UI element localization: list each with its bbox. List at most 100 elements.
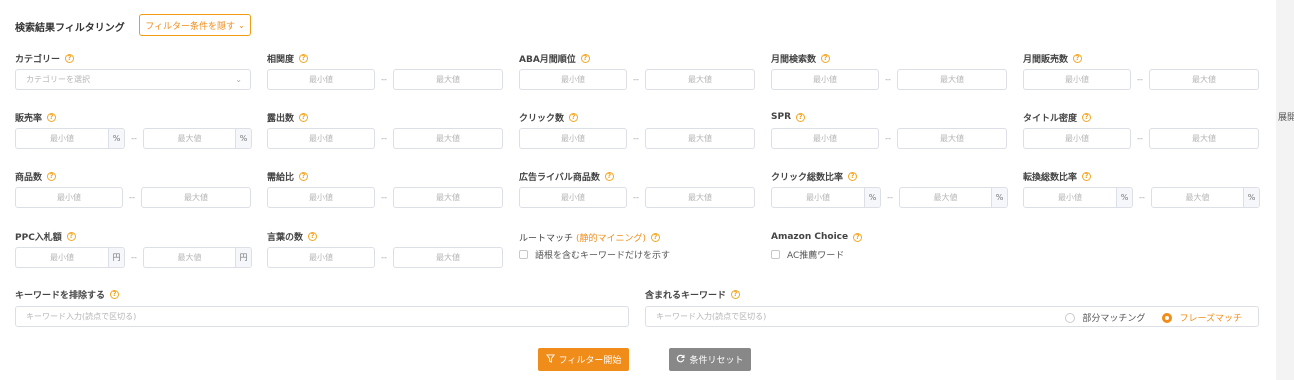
supply-demand-min-input[interactable]: 最小値 bbox=[267, 187, 375, 208]
word-count-min-input[interactable]: 最小値 bbox=[267, 247, 375, 268]
ad-competitors-min-input[interactable]: 最小値 bbox=[519, 187, 627, 208]
filter-panel: 検索結果フィルタリング フィルター条件を隠す ⌄ カテゴリー? カテゴリーを選択… bbox=[0, 0, 1276, 380]
products-max-input[interactable]: 最大値 bbox=[141, 187, 251, 208]
range-separator: -- bbox=[131, 134, 137, 143]
filter-icon bbox=[545, 353, 555, 366]
ppc-bid-min-input[interactable]: 最小値 円 bbox=[15, 247, 125, 268]
impressions-max-input[interactable]: 最大値 bbox=[393, 128, 503, 149]
help-icon[interactable]: ? bbox=[1073, 53, 1083, 63]
title-density-max-input[interactable]: 最大値 bbox=[1149, 128, 1259, 149]
supply-demand-max-input[interactable]: 最大値 bbox=[393, 187, 503, 208]
help-icon[interactable]: ? bbox=[47, 171, 57, 181]
products-min-input[interactable]: 最小値 bbox=[15, 187, 123, 208]
hide-filters-button[interactable]: フィルター条件を隠す ⌄ bbox=[139, 14, 251, 36]
spr-max-input[interactable]: 最大値 bbox=[897, 128, 1007, 149]
help-icon[interactable]: ? bbox=[604, 171, 614, 181]
help-icon[interactable]: ? bbox=[299, 171, 309, 181]
percent-suffix: % bbox=[864, 188, 880, 207]
exclude-keywords-input[interactable]: キーワード入力(読点で区切る) bbox=[15, 306, 629, 327]
help-icon[interactable]: ? bbox=[308, 231, 318, 241]
products-label: 商品数 bbox=[15, 172, 43, 183]
title-density-min-input[interactable]: 最小値 bbox=[1023, 128, 1131, 149]
field-ppc-bid: PPC入札額? 最小値 円 -- 最大値 円 bbox=[15, 230, 252, 268]
expand-tab[interactable]: 展開 bbox=[1278, 110, 1294, 123]
range-separator: -- bbox=[1139, 193, 1145, 202]
help-icon[interactable]: ? bbox=[821, 53, 831, 63]
help-icon[interactable]: ? bbox=[651, 232, 661, 242]
spr-min-input[interactable]: 最小値 bbox=[771, 128, 879, 149]
conversion-share-min-input[interactable]: 最小値% bbox=[1023, 187, 1133, 208]
percent-suffix: % bbox=[108, 129, 124, 148]
aba-rank-max-input[interactable]: 最大値 bbox=[645, 69, 755, 90]
help-icon[interactable]: ? bbox=[853, 232, 863, 242]
category-select[interactable]: カテゴリーを選択 ⌄ bbox=[15, 69, 251, 90]
spr-label: SPR bbox=[771, 112, 792, 122]
help-icon[interactable]: ? bbox=[796, 112, 806, 122]
field-exclude-keywords: キーワードを排除する? キーワード入力(読点で区切る) bbox=[15, 288, 629, 327]
reset-conditions-button[interactable]: 条件リセット bbox=[669, 348, 751, 371]
range-separator: -- bbox=[381, 134, 387, 143]
radio-partial-match[interactable]: 部分マッチング bbox=[1065, 311, 1145, 324]
monthly-search-min-input[interactable]: 最小値 bbox=[771, 69, 879, 90]
supply-demand-label: 需給比 bbox=[267, 172, 295, 183]
checkbox-box[interactable] bbox=[519, 250, 528, 259]
help-icon[interactable]: ? bbox=[731, 289, 741, 299]
include-keywords-input[interactable]: キーワード入力(読点で区切る) 部分マッチング フレーズマッチ bbox=[645, 306, 1259, 327]
help-icon[interactable]: ? bbox=[1082, 112, 1092, 122]
help-icon[interactable]: ? bbox=[47, 112, 57, 122]
aba-rank-min-input[interactable]: 最小値 bbox=[519, 69, 627, 90]
radio-dot[interactable] bbox=[1065, 312, 1076, 323]
amazon-choice-checkbox[interactable]: AC推薦ワード bbox=[771, 248, 844, 261]
radio-dot[interactable] bbox=[1162, 312, 1173, 323]
help-icon[interactable]: ? bbox=[580, 53, 590, 63]
sales-rate-min-input[interactable]: 最小値% bbox=[15, 128, 125, 149]
impressions-min-input[interactable]: 最小値 bbox=[267, 128, 375, 149]
help-icon[interactable]: ? bbox=[299, 112, 309, 122]
monthly-sales-min-input[interactable]: 最小値 bbox=[1023, 69, 1131, 90]
conversion-share-max-input[interactable]: 最大値% bbox=[1151, 187, 1260, 208]
field-root-match: ルートマッチ (静的マイニング) ? 語根を含むキーワードだけを示す bbox=[519, 231, 670, 261]
min-placeholder: 最小値 bbox=[50, 253, 74, 262]
range-separator: -- bbox=[131, 253, 137, 262]
category-placeholder: カテゴリーを選択 bbox=[26, 75, 90, 84]
help-icon[interactable]: ? bbox=[65, 53, 75, 63]
field-monthly-search: 月間検索数? 最小値 -- 最大値 bbox=[771, 52, 1007, 90]
clicks-label: クリック数 bbox=[519, 113, 565, 124]
ppc-bid-max-input[interactable]: 最大値 円 bbox=[143, 247, 252, 268]
ad-competitors-label: 広告ライバル商品数 bbox=[519, 172, 600, 183]
match-mode-radio-group: 部分マッチング フレーズマッチ bbox=[1048, 311, 1242, 324]
relevance-min-input[interactable]: 最小値 bbox=[267, 69, 375, 90]
clicks-max-input[interactable]: 最大値 bbox=[645, 128, 755, 149]
help-icon[interactable]: ? bbox=[110, 289, 120, 299]
help-icon[interactable]: ? bbox=[299, 53, 309, 63]
field-spr: SPR? 最小値 -- 最大値 bbox=[771, 111, 1007, 149]
monthly-sales-max-input[interactable]: 最大値 bbox=[1149, 69, 1259, 90]
word-count-label: 言葉の数 bbox=[267, 232, 304, 243]
radio-phrase-match[interactable]: フレーズマッチ bbox=[1162, 311, 1242, 324]
title-density-label: タイトル密度 bbox=[1023, 113, 1078, 124]
ad-competitors-max-input[interactable]: 最大値 bbox=[645, 187, 755, 208]
help-icon[interactable]: ? bbox=[848, 171, 858, 181]
click-share-max-input[interactable]: 最大値% bbox=[899, 187, 1008, 208]
percent-suffix: % bbox=[1243, 188, 1259, 207]
root-match-label: ルートマッチ bbox=[519, 233, 574, 244]
sales-rate-max-input[interactable]: 最大値% bbox=[143, 128, 252, 149]
word-count-max-input[interactable]: 最大値 bbox=[393, 247, 503, 268]
checkbox-box[interactable] bbox=[771, 250, 780, 259]
root-match-checkbox[interactable]: 語根を含むキーワードだけを示す bbox=[519, 248, 670, 261]
field-impressions: 露出数? 最小値 -- 最大値 bbox=[267, 111, 503, 149]
monthly-search-label: 月間検索数 bbox=[771, 54, 817, 65]
help-icon[interactable]: ? bbox=[66, 231, 76, 241]
max-placeholder: 最大値 bbox=[177, 134, 202, 143]
help-icon[interactable]: ? bbox=[569, 112, 579, 122]
relevance-label: 相関度 bbox=[267, 54, 295, 65]
clicks-min-input[interactable]: 最小値 bbox=[519, 128, 627, 149]
aba-rank-label: ABA月間順位 bbox=[519, 54, 576, 65]
monthly-search-max-input[interactable]: 最大値 bbox=[897, 69, 1007, 90]
click-share-min-input[interactable]: 最小値% bbox=[771, 187, 881, 208]
apply-filter-button[interactable]: フィルター開始 bbox=[538, 348, 629, 371]
relevance-max-input[interactable]: 最大値 bbox=[393, 69, 503, 90]
root-match-checkbox-label: 語根を含むキーワードだけを示す bbox=[535, 251, 671, 261]
category-label: カテゴリー bbox=[15, 54, 61, 65]
help-icon[interactable]: ? bbox=[1082, 171, 1092, 181]
